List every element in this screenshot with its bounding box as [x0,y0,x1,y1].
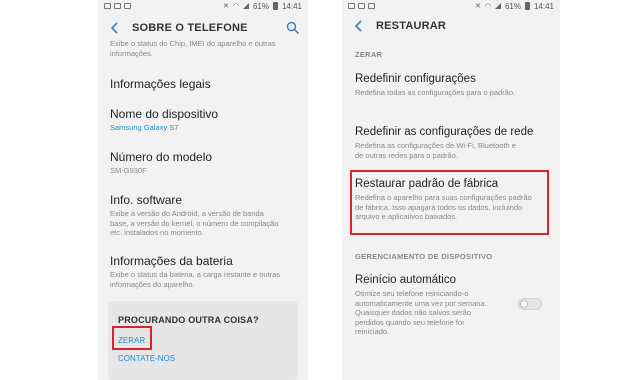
device-name-value: Samsung Galaxy S7 [110,123,179,132]
battery-icon [272,2,278,10]
item-title: Informações da bateria [110,254,233,268]
section-header-device-management: GERENCIAMENTO DE DISPOSITIVO [355,252,493,261]
list-item-auto-restart[interactable]: Reinício automático Otimize seu telefone… [342,273,490,337]
battery-icon [524,2,530,10]
signal-icon [242,3,249,9]
sim-status-item[interactable]: Exibe o status do Chip, IMEI do aparelho… [98,40,308,58]
list-item-reset-network-settings[interactable]: Redefinir as configurações de rede Redef… [342,125,533,160]
notification-icon [124,3,131,9]
item-title: Número do modelo [110,150,213,164]
clock: 14:41 [281,1,302,11]
contact-us-link[interactable]: CONTATE-NOS [118,354,298,363]
left-screen: ✕ ◠ 61% 14:41 SOBRE O TELEFONE Exibe o s… [98,0,308,380]
list-item-legal-info[interactable]: Informações legais [98,77,211,91]
page-title: SOBRE O TELEFONE [132,22,248,34]
highlight-box-reset [112,326,152,350]
sim-status-description: Exibe o status do Chip, IMEI do aparelho… [110,40,276,58]
page-title: RESTAURAR [376,20,447,32]
back-arrow-icon[interactable] [108,21,122,35]
wifi-icon: ◠ [484,3,491,10]
toggle-knob [520,300,528,308]
list-item-software-info[interactable]: Info. software Exibe a versão do Android… [98,193,282,238]
section-header-reset: ZERAR [355,50,383,59]
wifi-icon: ◠ [232,3,239,10]
list-item-device-name[interactable]: Nome do dispositivo Samsung Galaxy S7 [98,107,218,133]
item-description: Exibe a versão do Android, a versão de b… [110,209,279,237]
auto-restart-toggle[interactable] [518,298,542,310]
list-item-battery-info[interactable]: Informações da bateria Exibe o status da… [98,254,282,289]
message-notification-icon [358,3,365,9]
gallery-notification-icon [104,3,111,9]
item-title: Redefinir as configurações de rede [355,126,534,138]
clock: 14:41 [533,1,554,11]
mute-icon: ✕ [222,3,229,10]
item-title: Info. software [110,193,183,207]
item-title: Redefinir configurações [355,73,476,85]
gallery-notification-icon [348,3,355,9]
highlight-box-factory-reset [350,170,549,235]
notification-icon [368,3,375,9]
message-notification-icon [114,3,121,9]
battery-percent: 61% [252,1,269,11]
mute-icon: ✕ [474,3,481,10]
list-item-model-number[interactable]: Número do modelo SM-G930F [98,150,212,176]
search-icon[interactable] [286,21,300,35]
item-title: Nome do dispositivo [110,107,219,121]
status-bar: ✕ ◠ 61% 14:41 [98,0,308,12]
model-number-value: SM-G930F [110,166,147,175]
app-bar: RESTAURAR [342,12,560,40]
item-title: Informações legais [110,77,211,91]
item-description: Exibe o status da bateria, a carga resta… [110,270,281,289]
item-description: Redefina as configurações de Wi-Fi, Blue… [355,141,516,160]
signal-icon [494,3,501,9]
back-arrow-icon[interactable] [352,19,366,33]
list-item-reset-settings[interactable]: Redefinir configurações Redefina todas a… [342,72,547,98]
item-title: Reinício automático [355,274,456,286]
status-bar: ✕ ◠ 61% 14:41 [342,0,560,12]
item-description: Redefina todas as configurações para o p… [355,88,516,97]
item-description: Otimize seu telefone reiniciando-o autom… [355,289,487,336]
battery-percent: 61% [504,1,521,11]
card-title: PROCURANDO OUTRA COISA? [118,315,259,325]
